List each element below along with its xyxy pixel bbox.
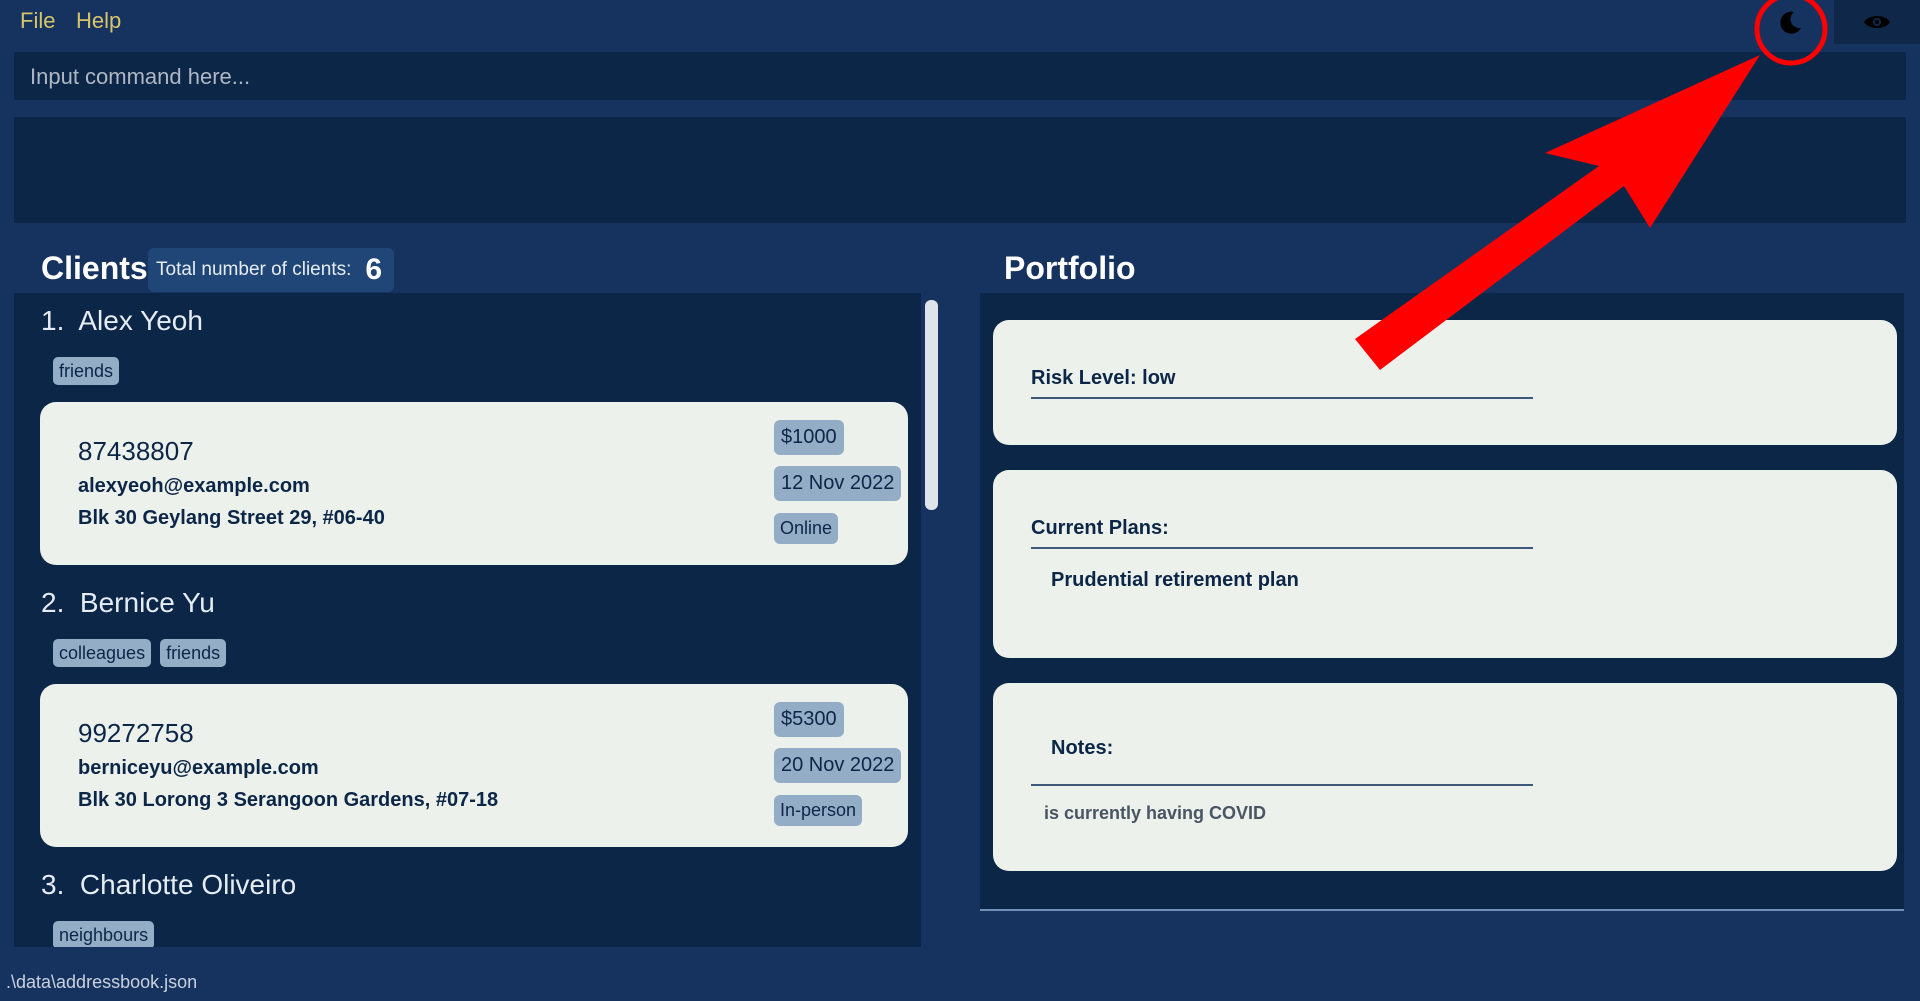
eye-icon [1864, 16, 1890, 28]
menu-file[interactable]: File [20, 8, 55, 34]
client-card: 99272758 berniceyu@example.com Blk 30 Lo… [40, 684, 908, 847]
tag: neighbours [53, 921, 155, 947]
command-box [14, 52, 1906, 102]
client-tags: neighbours [53, 921, 155, 947]
client-count-badge: Total number of clients: 6 [148, 248, 394, 292]
client-email: alexyeoh@example.com [78, 475, 310, 497]
client-count-label: Total number of clients: [156, 259, 352, 280]
notes-label: Notes: [1051, 737, 1114, 759]
status-bar-path: .\data\addressbook.json [6, 972, 198, 992]
risk-level-card: Risk Level: low [993, 320, 1897, 445]
client-index: 3. [41, 869, 65, 900]
client-tags: friends [53, 357, 120, 385]
current-plans-label: Current Plans: [1031, 517, 1169, 539]
notes-text: is currently having COVID [1044, 803, 1267, 823]
moon-icon [1780, 11, 1801, 34]
current-plans-card: Current Plans: Prudential retirement pla… [993, 470, 1897, 658]
client-date: 12 Nov 2022 [774, 466, 902, 501]
result-display [14, 117, 1906, 223]
client-meeting-mode: Online [774, 513, 839, 544]
client-date: 20 Nov 2022 [774, 748, 902, 783]
client-address: Blk 30 Lorong 3 Serangoon Gardens, #07-1… [78, 789, 499, 811]
client-name-text: Alex Yeoh [78, 305, 203, 336]
client-name: 1. Alex Yeoh [41, 305, 203, 337]
client-amount: $1000 [774, 420, 844, 455]
client-meeting-mode: In-person [774, 795, 863, 826]
client-name: 2. Bernice Yu [41, 587, 215, 619]
menu-bar: File Help [0, 0, 1920, 44]
theme-toggle-button[interactable] [1760, 2, 1820, 44]
current-plan-item: Prudential retirement plan [1051, 569, 1299, 591]
risk-level-divider [1031, 397, 1533, 399]
client-name-text: Charlotte Oliveiro [79, 869, 297, 900]
notes-card: Notes: is currently having COVID [993, 683, 1897, 871]
client-tags: colleagues friends [53, 639, 227, 667]
client-index: 1. [41, 305, 65, 336]
client-address: Blk 30 Geylang Street 29, #06-40 [78, 507, 385, 529]
notes-divider [1031, 784, 1533, 786]
eye-button[interactable] [1834, 0, 1920, 44]
client-name: 3. Charlotte Oliveiro [41, 869, 296, 901]
client-card: 87438807 alexyeoh@example.com Blk 30 Gey… [40, 402, 908, 565]
client-index: 2. [41, 587, 65, 618]
client-list[interactable]: 1. Alex Yeoh friends 87438807 alexyeoh@e… [14, 293, 921, 947]
current-plans-divider [1031, 547, 1533, 549]
client-phone: 99272758 [78, 718, 194, 748]
tag: colleagues [53, 639, 152, 667]
tag: friends [160, 639, 227, 667]
command-input[interactable] [28, 52, 1896, 102]
client-email: berniceyu@example.com [78, 757, 319, 779]
client-phone: 87438807 [78, 436, 194, 466]
menu-help[interactable]: Help [76, 8, 121, 34]
clients-title: Clients [41, 250, 148, 286]
client-list-scrollbar[interactable] [925, 300, 938, 510]
client-name-text: Bernice Yu [79, 587, 215, 618]
portfolio-title: Portfolio [1004, 250, 1136, 286]
portfolio-panel: Risk Level: low Current Plans: Prudentia… [980, 293, 1904, 911]
client-amount: $5300 [774, 702, 844, 737]
risk-level-label: Risk Level: low [1031, 367, 1176, 389]
tag: friends [53, 357, 120, 385]
client-count-value: 6 [365, 253, 383, 286]
